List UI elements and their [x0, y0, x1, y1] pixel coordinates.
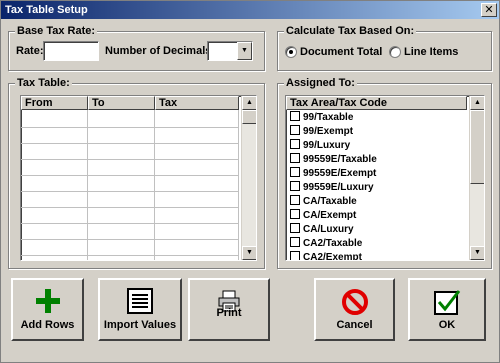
checkbox-check-icon — [434, 290, 461, 315]
scroll-up-button[interactable]: ▲ — [470, 96, 484, 110]
cancel-icon — [341, 289, 368, 315]
import-values-label: Import Values — [103, 319, 177, 331]
ok-button[interactable]: OK — [408, 278, 486, 341]
cancel-button[interactable]: Cancel — [314, 278, 395, 341]
rate-input[interactable] — [43, 41, 99, 61]
tax-table-grid[interactable]: From To Tax ▲ ▼ — [20, 95, 257, 261]
document-lines-icon — [127, 288, 153, 314]
table-row[interactable] — [21, 143, 239, 144]
radio-document-total[interactable] — [285, 46, 297, 58]
table-row[interactable] — [21, 239, 239, 240]
import-values-button[interactable]: Import Values — [98, 278, 182, 341]
print-label: Print — [216, 307, 242, 319]
checkbox[interactable] — [290, 181, 300, 191]
close-icon: ✕ — [484, 4, 494, 16]
cancel-label: Cancel — [336, 319, 373, 331]
checkbox[interactable] — [290, 237, 300, 247]
scroll-thumb[interactable] — [242, 110, 256, 124]
column-header-tax-area[interactable]: Tax Area/Tax Code — [286, 96, 467, 110]
base-tax-rate-group: Base Tax Rate: Rate: Number of Decimals:… — [8, 25, 265, 71]
decimals-select[interactable]: ▼ — [207, 41, 253, 61]
radio-line-items[interactable] — [389, 46, 401, 58]
calculate-tax-label: Calculate Tax Based On: — [284, 25, 417, 37]
list-item[interactable]: 99559E/Exempt — [290, 167, 376, 181]
list-item[interactable]: 99/Luxury — [290, 139, 350, 153]
list-item[interactable]: 99559E/Taxable — [290, 153, 377, 167]
close-button[interactable]: ✕ — [481, 3, 497, 17]
checkbox[interactable] — [290, 111, 300, 121]
checkbox[interactable] — [290, 195, 300, 205]
ok-label: OK — [438, 319, 456, 331]
list-item[interactable]: CA/Taxable — [290, 195, 357, 209]
checkbox[interactable] — [290, 223, 300, 233]
list-item[interactable]: 99/Exempt — [290, 125, 353, 139]
tax-table-setup-window: Tax Table Setup ✕ Base Tax Rate: Rate: N… — [0, 0, 500, 363]
table-row[interactable] — [21, 255, 239, 256]
table-row[interactable] — [21, 207, 239, 208]
table-row[interactable] — [21, 159, 239, 160]
table-row[interactable] — [21, 127, 239, 128]
grid-column — [155, 110, 239, 260]
list-item[interactable]: 99/Taxable — [290, 111, 353, 125]
column-header-from[interactable]: From — [21, 96, 88, 110]
assigned-scrollbar[interactable]: ▲ ▼ — [469, 96, 484, 260]
add-rows-label: Add Rows — [20, 319, 75, 331]
grid-column — [21, 110, 88, 260]
column-header-to[interactable]: To — [88, 96, 155, 110]
assigned-to-label: Assigned To: — [284, 77, 357, 89]
scroll-thumb[interactable] — [470, 110, 484, 184]
assigned-list[interactable]: Tax Area/Tax Code 99/Taxable 99/Exempt 9… — [285, 95, 485, 261]
list-item[interactable]: CA/Exempt — [290, 209, 356, 223]
window-title: Tax Table Setup — [5, 4, 88, 16]
table-row[interactable] — [21, 175, 239, 176]
list-item[interactable]: CA/Luxury — [290, 223, 354, 237]
tax-table-label: Tax Table: — [15, 77, 72, 89]
table-row[interactable] — [21, 191, 239, 192]
list-item[interactable]: CA2/Exempt — [290, 251, 362, 260]
checkbox[interactable] — [290, 251, 300, 260]
rate-label: Rate: — [16, 45, 44, 57]
checkbox[interactable] — [290, 139, 300, 149]
calculate-tax-group: Calculate Tax Based On: Document Total L… — [277, 25, 492, 71]
scroll-up-button[interactable]: ▲ — [242, 96, 256, 110]
base-tax-rate-label: Base Tax Rate: — [15, 25, 98, 37]
triangle-down-icon: ▼ — [474, 249, 481, 256]
table-row[interactable] — [21, 223, 239, 224]
tax-table-group: Tax Table: From To Tax ▲ ▼ — [8, 77, 265, 269]
decimals-label: Number of Decimals: — [105, 45, 216, 57]
tax-table-scrollbar[interactable]: ▲ ▼ — [241, 96, 256, 260]
checkbox[interactable] — [290, 167, 300, 177]
line-items-label[interactable]: Line Items — [404, 46, 458, 58]
assigned-to-group: Assigned To: Tax Area/Tax Code 99/Taxabl… — [277, 77, 492, 269]
scroll-down-button[interactable]: ▼ — [242, 246, 256, 260]
triangle-up-icon: ▲ — [246, 99, 253, 106]
chevron-down-icon: ▼ — [241, 47, 248, 54]
grid-column — [88, 110, 155, 260]
triangle-up-icon: ▲ — [474, 99, 481, 106]
list-item[interactable]: 99559E/Luxury — [290, 181, 374, 195]
list-item[interactable]: CA2/Taxable — [290, 237, 362, 251]
decimals-dropdown-button[interactable]: ▼ — [237, 42, 252, 60]
add-rows-button[interactable]: Add Rows — [11, 278, 84, 341]
plus-icon — [35, 289, 60, 313]
checkbox[interactable] — [290, 153, 300, 163]
checkbox[interactable] — [290, 209, 300, 219]
scroll-down-button[interactable]: ▼ — [470, 246, 484, 260]
triangle-down-icon: ▼ — [246, 249, 253, 256]
column-header-tax[interactable]: Tax — [155, 96, 239, 110]
title-bar: Tax Table Setup ✕ — [1, 1, 499, 19]
print-button[interactable]: Print — [188, 278, 270, 341]
checkbox[interactable] — [290, 125, 300, 135]
document-total-label[interactable]: Document Total — [300, 46, 382, 58]
